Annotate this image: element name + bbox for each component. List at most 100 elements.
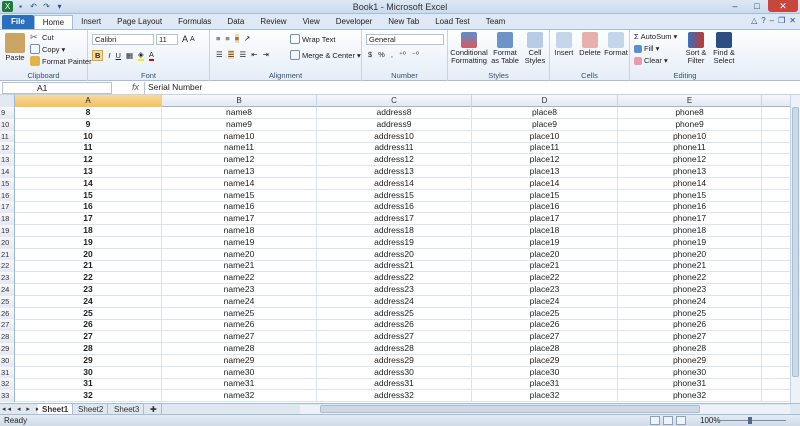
italic-icon[interactable]: I (108, 51, 110, 60)
cell-c[interactable]: address10 (317, 130, 472, 142)
cell-b[interactable]: name29 (162, 354, 317, 366)
cell-e[interactable]: phone20 (618, 248, 762, 260)
close-button[interactable]: ✕ (768, 0, 798, 12)
currency-icon[interactable]: $ (368, 50, 372, 59)
decrease-decimal-icon[interactable]: ⁻⁰ (412, 50, 419, 59)
tab-insert[interactable]: Insert (73, 15, 109, 29)
cell-e[interactable]: phone25 (618, 307, 762, 319)
row-header[interactable]: 32 (0, 378, 15, 391)
cell-c[interactable]: address11 (317, 142, 472, 154)
page-break-view-icon[interactable] (676, 416, 686, 425)
cell-c[interactable]: address26 (317, 319, 472, 331)
cell-e[interactable]: phone30 (618, 366, 762, 378)
cell-d[interactable]: place16 (472, 201, 618, 213)
row-header[interactable]: 13 (0, 154, 15, 167)
cell-a[interactable]: 13 (15, 166, 162, 177)
cell-b[interactable]: name20 (162, 248, 317, 260)
align-left-icon[interactable]: ☰ (216, 50, 223, 59)
window-minimize-icon[interactable]: – (770, 16, 774, 25)
decrease-indent-icon[interactable]: ⇤ (251, 50, 257, 59)
tab-load-test[interactable]: Load Test (427, 15, 478, 29)
paste-button[interactable]: Paste (3, 33, 27, 62)
cell-c[interactable]: address18 (317, 225, 472, 236)
row-header[interactable]: 31 (0, 366, 15, 379)
cell-b[interactable]: name12 (162, 154, 317, 166)
font-size-select[interactable]: 11 (156, 34, 178, 45)
cell-a[interactable]: 23 (15, 284, 162, 295)
row-header[interactable]: 23 (0, 272, 15, 285)
cell-d[interactable]: place9 (472, 118, 618, 130)
cell-a[interactable]: 19 (15, 236, 162, 248)
cell-c[interactable]: address25 (317, 307, 472, 319)
tab-data[interactable]: Data (219, 15, 252, 29)
cell-d[interactable]: place26 (472, 319, 618, 331)
row-header[interactable]: 14 (0, 166, 15, 178)
row-header[interactable]: 30 (0, 354, 15, 367)
cell-d[interactable]: place32 (472, 390, 618, 402)
row-header[interactable]: 24 (0, 284, 15, 296)
cell-d[interactable]: place14 (472, 177, 618, 189)
autosum-button[interactable]: Σ AutoSum ▾ (634, 32, 677, 41)
cell-e[interactable]: phone8 (618, 107, 762, 118)
format-as-table-button[interactable]: Format as Table (490, 32, 520, 65)
cell-e[interactable]: phone16 (618, 201, 762, 213)
maximize-button[interactable]: □ (746, 0, 768, 12)
cell-c[interactable]: address28 (317, 343, 472, 354)
cell-e[interactable]: phone22 (618, 272, 762, 284)
font-name-select[interactable]: Calibri (92, 34, 154, 45)
cell-styles-button[interactable]: Cell Styles (522, 32, 548, 65)
fx-icon[interactable]: fx (132, 82, 139, 92)
normal-view-icon[interactable] (650, 416, 660, 425)
horizontal-scroll-thumb[interactable] (320, 405, 700, 413)
cell-e[interactable]: phone13 (618, 166, 762, 177)
cell-b[interactable]: name15 (162, 189, 317, 201)
cell-a[interactable]: 17 (15, 213, 162, 225)
horizontal-scrollbar[interactable] (300, 405, 790, 414)
vertical-scrollbar[interactable] (790, 95, 800, 403)
cut-button[interactable]: ✂ Cut (30, 32, 54, 42)
cell-c[interactable]: address14 (317, 177, 472, 189)
cell-d[interactable]: place24 (472, 295, 618, 307)
align-right-icon[interactable]: ☰ (239, 50, 246, 59)
cell-a[interactable]: 21 (15, 260, 162, 272)
tab-file[interactable]: File (2, 15, 34, 29)
comma-icon[interactable]: , (391, 50, 393, 59)
tab-formulas[interactable]: Formulas (170, 15, 219, 29)
cell-b[interactable]: name13 (162, 166, 317, 177)
cell-a[interactable]: 28 (15, 343, 162, 354)
cell-e[interactable]: phone17 (618, 213, 762, 225)
cell-a[interactable]: 31 (15, 378, 162, 390)
cell-b[interactable]: name28 (162, 343, 317, 354)
cell-e[interactable]: phone28 (618, 343, 762, 354)
help-icon[interactable]: ? (761, 16, 765, 25)
cell-b[interactable]: name10 (162, 130, 317, 142)
cell-e[interactable]: phone21 (618, 260, 762, 272)
row-header[interactable]: 20 (0, 236, 15, 249)
align-middle-icon[interactable]: ≡ (225, 34, 229, 43)
cell-b[interactable]: name18 (162, 225, 317, 236)
increase-indent-icon[interactable]: ⇥ (263, 50, 269, 59)
cell-d[interactable]: place11 (472, 142, 618, 154)
insert-button[interactable]: Insert (552, 32, 576, 57)
cell-d[interactable]: place25 (472, 307, 618, 319)
cell-c[interactable]: address30 (317, 366, 472, 378)
cell-e[interactable]: phone19 (618, 236, 762, 248)
cell-b[interactable]: name24 (162, 295, 317, 307)
row-header[interactable]: 10 (0, 118, 15, 131)
merge-center-button[interactable]: Merge & Center ▾ (290, 50, 361, 60)
cell-b[interactable]: name19 (162, 236, 317, 248)
cell-d[interactable]: place28 (472, 343, 618, 354)
page-layout-view-icon[interactable] (663, 416, 673, 425)
row-header[interactable]: 29 (0, 343, 15, 355)
cell-d[interactable]: place15 (472, 189, 618, 201)
cell-e[interactable]: phone14 (618, 177, 762, 189)
cell-b[interactable]: name16 (162, 201, 317, 213)
cell-e[interactable]: phone32 (618, 390, 762, 402)
align-top-icon[interactable]: ≡ (216, 34, 220, 43)
row-header[interactable]: 15 (0, 177, 15, 190)
cell-d[interactable]: place18 (472, 225, 618, 236)
cell-b[interactable]: name22 (162, 272, 317, 284)
bold-icon[interactable]: B (92, 50, 104, 61)
cell-c[interactable]: address31 (317, 378, 472, 390)
cell-a[interactable]: 25 (15, 307, 162, 319)
